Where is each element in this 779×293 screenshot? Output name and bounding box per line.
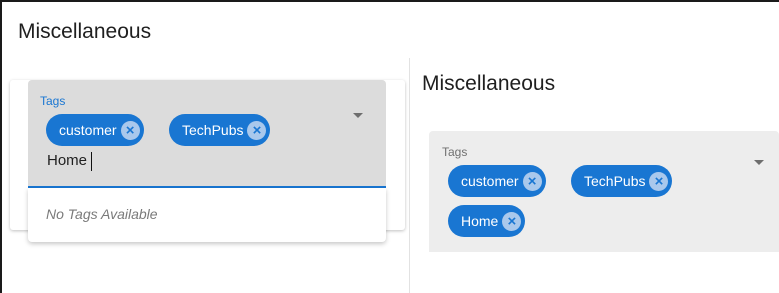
tag-chip-customer[interactable]: customer × xyxy=(46,114,144,146)
arrow-drop-down-icon[interactable] xyxy=(754,160,764,165)
left-tags-label: Tags xyxy=(40,94,66,108)
arrow-drop-down-icon[interactable] xyxy=(353,113,363,118)
tags-text-input[interactable] xyxy=(47,152,167,169)
window-border-top xyxy=(0,0,779,2)
right-section-title: Miscellaneous xyxy=(422,72,556,95)
window-border-left xyxy=(0,0,2,293)
tag-chip-customer[interactable]: customer × xyxy=(448,165,546,197)
tag-chip-label: TechPubs xyxy=(584,173,646,189)
close-circle-icon[interactable]: × xyxy=(522,171,542,191)
tag-chip-home[interactable]: Home × xyxy=(448,205,526,237)
tag-chip-techpubs[interactable]: TechPubs × xyxy=(169,114,271,146)
no-options-message: No Tags Available xyxy=(28,188,386,242)
tag-chip-label: TechPubs xyxy=(182,122,244,138)
close-circle-icon[interactable]: × xyxy=(502,211,522,231)
tag-chip-techpubs[interactable]: TechPubs × xyxy=(571,165,673,197)
left-tags-field[interactable]: Tags customer × TechPubs × xyxy=(28,80,386,188)
text-caret xyxy=(91,152,92,171)
tag-chip-label: customer xyxy=(461,173,519,189)
panel-divider xyxy=(409,58,410,293)
tag-chip-label: customer xyxy=(59,122,117,138)
right-tags-label: Tags xyxy=(442,145,468,159)
close-circle-icon[interactable]: × xyxy=(247,120,267,140)
close-circle-icon[interactable]: × xyxy=(649,171,669,191)
close-circle-icon[interactable]: × xyxy=(120,120,140,140)
left-section-title: Miscellaneous xyxy=(18,20,152,43)
tag-chip-label: Home xyxy=(461,213,499,229)
right-tags-field[interactable]: Tags customer × TechPubs × Home × xyxy=(429,131,779,252)
